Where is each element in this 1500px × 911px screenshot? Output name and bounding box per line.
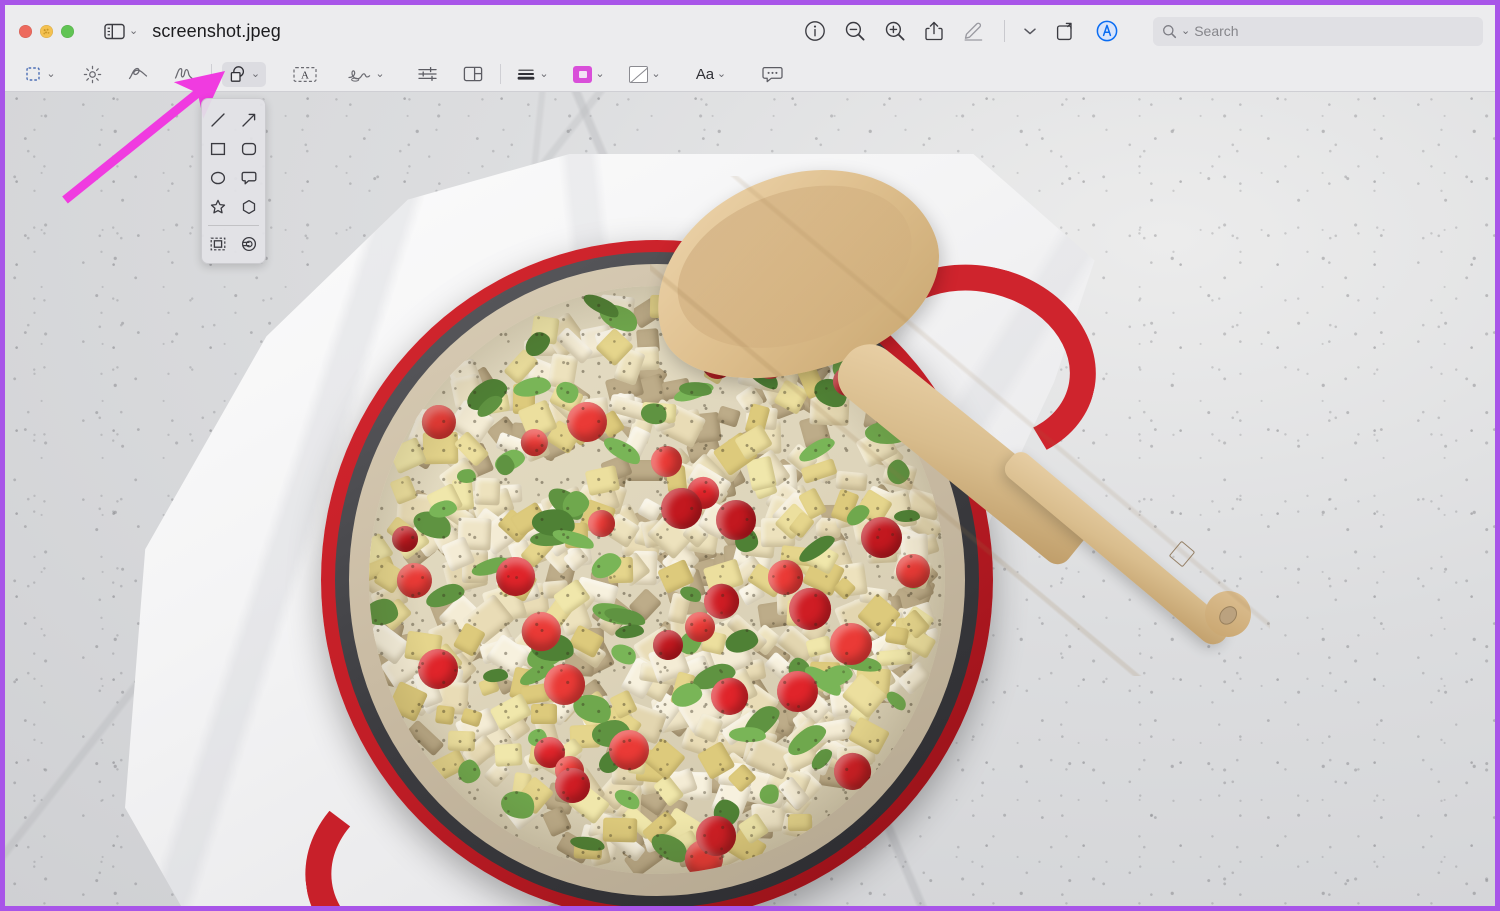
window-titlebar: ⌄ screenshot.jpeg ⌄ Search bbox=[5, 5, 1495, 57]
chevron-down-icon[interactable]: ⌄ bbox=[539, 68, 548, 80]
text-style-glyph: Aa bbox=[695, 65, 714, 83]
fill-color-swatch bbox=[629, 65, 649, 83]
shapes-popover[interactable] bbox=[201, 98, 266, 264]
sketch-icon[interactable] bbox=[121, 62, 155, 87]
adjust-size-icon[interactable] bbox=[456, 62, 490, 87]
food-piece bbox=[406, 719, 445, 757]
line-shape-icon[interactable] bbox=[202, 105, 234, 134]
minimize-button[interactable] bbox=[40, 24, 53, 38]
food-piece bbox=[447, 730, 476, 752]
food-piece bbox=[435, 704, 456, 725]
zoom-out-icon[interactable] bbox=[844, 20, 866, 42]
fill-color-icon[interactable]: ⌄ bbox=[623, 62, 667, 87]
instant-alpha-icon[interactable] bbox=[75, 62, 109, 87]
titlebar-actions: ⌄ Search bbox=[804, 16, 1483, 46]
border-color-icon[interactable]: ⌄ bbox=[567, 62, 611, 87]
close-button[interactable] bbox=[19, 24, 32, 38]
page-title: screenshot.jpeg bbox=[152, 20, 281, 41]
chevron-down-icon[interactable]: ⌄ bbox=[651, 68, 660, 80]
star-shape-icon[interactable] bbox=[202, 192, 234, 221]
rectangle-shape-icon[interactable] bbox=[202, 134, 234, 163]
rounded-rect-shape-icon[interactable] bbox=[234, 134, 266, 163]
wooden-spoon bbox=[625, 134, 1270, 676]
search-chevron-icon[interactable]: ⌄ bbox=[1181, 25, 1190, 37]
food-piece bbox=[494, 742, 523, 767]
highlight-pen-icon[interactable] bbox=[962, 20, 986, 42]
speech-bubble-icon[interactable] bbox=[234, 163, 266, 192]
arrow-shape-icon[interactable] bbox=[234, 105, 266, 134]
markup-toolbar: ⌄ ⌄ A ⌄ ⌄ ⌄ ⌄ Aa ⌄ bbox=[5, 57, 1495, 92]
highlight-mask-icon[interactable] bbox=[202, 229, 234, 258]
markup-icon[interactable] bbox=[1095, 19, 1119, 43]
adjust-color-icon[interactable] bbox=[410, 62, 444, 87]
traffic-lights bbox=[19, 24, 74, 38]
loupe-icon[interactable] bbox=[234, 229, 266, 258]
food-piece bbox=[474, 477, 501, 506]
info-icon[interactable] bbox=[804, 20, 826, 42]
markup-divider bbox=[211, 64, 212, 84]
spoon-brand-mark bbox=[1168, 540, 1196, 568]
border-color-swatch bbox=[573, 65, 593, 83]
markup-divider-2 bbox=[500, 64, 501, 84]
shapes-grid bbox=[202, 105, 265, 221]
signature-icon[interactable]: ⌄ bbox=[344, 62, 388, 87]
chevron-down-icon[interactable]: ⌄ bbox=[46, 68, 55, 80]
draw-icon[interactable] bbox=[167, 62, 201, 87]
food-piece bbox=[788, 813, 813, 832]
toolbar-divider bbox=[1004, 20, 1005, 42]
sidebar-icon bbox=[104, 23, 125, 40]
zoom-in-icon[interactable] bbox=[884, 20, 906, 42]
oval-shape-icon[interactable] bbox=[202, 163, 234, 192]
rotate-icon[interactable] bbox=[1055, 20, 1077, 42]
preview-window: ⌄ screenshot.jpeg ⌄ Search ⌄ ⌄ A ⌄ ⌄ ⌄ ⌄… bbox=[0, 0, 1500, 911]
search-placeholder: Search bbox=[1194, 23, 1239, 39]
text-style-icon[interactable]: Aa ⌄ bbox=[689, 62, 733, 87]
svg-text:A: A bbox=[301, 69, 309, 81]
search-icon bbox=[1162, 24, 1177, 39]
selection-tool-icon[interactable]: ⌄ bbox=[19, 62, 63, 87]
sidebar-toggle-button[interactable]: ⌄ bbox=[104, 23, 138, 40]
spoon-neck bbox=[826, 332, 1099, 570]
shapes-extras-grid bbox=[202, 229, 265, 258]
annotate-icon[interactable] bbox=[755, 62, 789, 87]
shape-style-icon[interactable]: ⌄ bbox=[511, 62, 555, 87]
maximize-button[interactable] bbox=[61, 24, 74, 38]
chevron-down-icon[interactable] bbox=[1023, 26, 1037, 36]
chevron-down-icon[interactable]: ⌄ bbox=[595, 68, 604, 80]
shapes-popover-divider bbox=[208, 225, 259, 226]
chevron-down-icon[interactable]: ⌄ bbox=[375, 68, 384, 80]
food-piece bbox=[531, 704, 558, 725]
chevron-down-icon: ⌄ bbox=[129, 24, 139, 37]
text-icon[interactable]: A bbox=[288, 62, 322, 87]
shapes-icon[interactable]: ⌄ bbox=[222, 61, 266, 87]
food-piece bbox=[602, 817, 638, 843]
share-icon[interactable] bbox=[924, 20, 944, 42]
chevron-down-icon[interactable]: ⌄ bbox=[717, 68, 726, 80]
search-input[interactable]: ⌄ Search bbox=[1153, 16, 1483, 46]
polygon-shape-icon[interactable] bbox=[234, 192, 266, 221]
chevron-down-icon[interactable]: ⌄ bbox=[251, 68, 260, 80]
